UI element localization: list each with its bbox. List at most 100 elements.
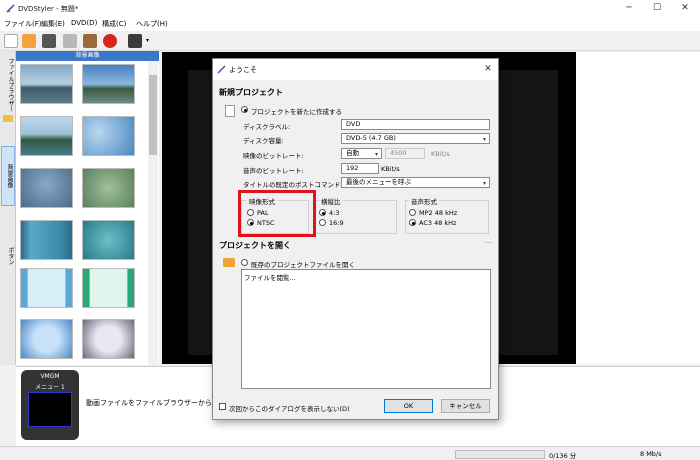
dialog-title-bar: ようこそ ✕ — [213, 59, 498, 80]
chevron-down-icon[interactable]: ▾ — [146, 37, 149, 44]
dialog-close-icon[interactable]: ✕ — [481, 62, 495, 76]
post-command-label: タイトルの既定のポストコマンド: — [243, 181, 343, 189]
app-icon — [6, 4, 15, 13]
menu-file[interactable]: ファイル(F) — [4, 19, 42, 29]
ac3-label: AC3 48 kHz — [419, 219, 457, 227]
open-project-radio[interactable] — [241, 259, 248, 266]
disc-usage-bar — [455, 450, 545, 459]
thumbnail-1[interactable] — [20, 64, 73, 104]
video-bitrate-unit: KBit/s — [431, 150, 450, 158]
list-item[interactable]: ファイルを閲覧... — [244, 272, 296, 282]
toolbar: ▾ — [0, 31, 700, 51]
thumbnail-2[interactable] — [82, 64, 135, 104]
aspect-43-radio[interactable] — [319, 209, 326, 216]
thumbnail-3[interactable] — [20, 116, 73, 156]
dialog-title: ようこそ — [229, 66, 257, 74]
divider — [485, 242, 493, 244]
menu-edit[interactable]: 編集(E) — [41, 19, 65, 29]
menu-dvd[interactable]: DVD(D) — [71, 19, 97, 27]
ac3-radio[interactable] — [409, 219, 416, 226]
mp2-label: MP2 48 kHz — [419, 209, 458, 217]
thumbnail-5[interactable] — [20, 168, 73, 208]
video-bitrate-mode-select[interactable]: 自動 ▾ — [341, 148, 382, 159]
folder-icon — [3, 115, 13, 122]
post-command-select[interactable]: 最後のメニューを呼ぶ ▾ — [341, 177, 490, 188]
menu-bar: ファイル(F) 編集(E) DVD(D) 構成(C) ヘルプ(H) — [0, 17, 700, 31]
disc-label-input[interactable]: DVD — [341, 119, 490, 130]
maximize-icon[interactable]: ☐ — [644, 0, 670, 17]
thumbnail-12[interactable] — [82, 319, 135, 359]
audio-bitrate-unit: KBit/s — [381, 165, 400, 173]
audio-bitrate-label: 音声のビットレート: — [243, 167, 304, 175]
chevron-down-icon: ▾ — [482, 136, 486, 143]
chevron-down-icon: ▾ — [374, 151, 378, 158]
properties-panel — [576, 52, 700, 364]
duration-text: 0/136 分 — [549, 452, 577, 460]
disc-capacity-value: DVD-5 (4.7 GB) — [346, 134, 396, 142]
thumbnail-7[interactable] — [20, 220, 73, 260]
open-folder-icon — [223, 258, 235, 267]
thumbnail-4[interactable] — [82, 116, 135, 156]
background-panel: 背景画像 — [16, 51, 159, 365]
post-command-value: 最後のメニューを呼ぶ — [346, 178, 411, 186]
add-video-icon[interactable] — [128, 34, 142, 48]
panel-header: 背景画像 — [16, 51, 159, 61]
panel-scroll-thumb[interactable] — [149, 75, 157, 155]
status-bar: 0/136 分 8 Mb/s — [0, 446, 700, 460]
welcome-dialog: ようこそ ✕ 新規プロジェクト プロジェクトを新たに作成する ディスクラベル: … — [212, 58, 499, 420]
dont-show-checkbox[interactable] — [219, 403, 226, 410]
close-icon[interactable]: ✕ — [672, 0, 698, 17]
minimize-icon[interactable]: ─ — [616, 0, 642, 17]
vmgm-thumbnail[interactable]: VMGM メニュー 1 — [21, 370, 79, 440]
disc-capacity-label: ディスク容量: — [243, 137, 284, 145]
aspect-43-label: 4:3 — [329, 209, 340, 217]
thumbnail-9[interactable] — [20, 268, 73, 308]
audio-format-title: 音声形式 — [409, 196, 439, 206]
mp2-radio[interactable] — [409, 209, 416, 216]
disc-label-label: ディスクラベル: — [243, 123, 291, 131]
thumbnail-11[interactable] — [20, 319, 73, 359]
new-document-icon — [225, 105, 235, 117]
create-project-radio[interactable] — [241, 106, 248, 113]
video-bitrate-input: 4500 — [385, 148, 425, 159]
open-folder-icon[interactable] — [22, 34, 36, 48]
settings-icon[interactable] — [83, 34, 97, 48]
dont-show-label: 次回からこのダイアログを表示しない(D) — [229, 405, 350, 413]
aspect-title: 横縦比 — [319, 196, 343, 206]
thumbnail-10[interactable] — [82, 268, 135, 308]
video-bitrate-mode-value: 自動 — [346, 149, 359, 157]
side-tabs: ファイルブラウザー 背景画像 ボタン — [0, 51, 16, 365]
new-file-icon[interactable] — [4, 34, 18, 48]
vmgm-label: VMGM — [40, 373, 60, 380]
title-bar: DVDStyler - 無題* ─ ☐ ✕ — [0, 0, 700, 17]
disc-capacity-select[interactable]: DVD-5 (4.7 GB) ▾ — [341, 133, 490, 144]
vmgm-screen — [28, 392, 72, 427]
tools-icon[interactable] — [63, 34, 77, 48]
project-file-list[interactable]: ファイルを閲覧... — [241, 269, 491, 389]
bitrate-text: 8 Mb/s — [640, 450, 662, 458]
new-project-heading: 新規プロジェクト — [219, 88, 283, 97]
app-icon — [217, 65, 226, 74]
highlight-box — [238, 190, 316, 237]
ok-button[interactable]: OK — [384, 399, 433, 413]
create-project-label: プロジェクトを新たに作成する — [251, 108, 342, 116]
video-bitrate-label: 映像のビットレート: — [243, 152, 304, 160]
chevron-down-icon: ▾ — [482, 180, 486, 187]
tab-backgrounds[interactable]: 背景画像 — [1, 146, 15, 206]
burn-icon[interactable] — [103, 34, 117, 48]
audio-bitrate-input[interactable]: 192 — [341, 163, 379, 174]
tab-buttons[interactable]: ボタン — [1, 226, 15, 286]
window-title: DVDStyler - 無題* — [18, 5, 79, 13]
menu-config[interactable]: 構成(C) — [102, 19, 126, 29]
open-project-heading: プロジェクトを開く — [219, 241, 291, 250]
open-project-label: 既存のプロジェクトファイルを開く — [251, 261, 355, 269]
tab-file-browser[interactable]: ファイルブラウザー — [1, 55, 15, 115]
vmgm-menu-label: メニュー 1 — [35, 384, 65, 391]
thumbnail-6[interactable] — [82, 168, 135, 208]
aspect-169-label: 16:9 — [329, 219, 344, 227]
aspect-169-radio[interactable] — [319, 219, 326, 226]
cancel-button[interactable]: キャンセル — [441, 399, 490, 413]
thumbnail-8[interactable] — [82, 220, 135, 260]
menu-help[interactable]: ヘルプ(H) — [136, 19, 168, 29]
save-icon[interactable] — [42, 34, 56, 48]
